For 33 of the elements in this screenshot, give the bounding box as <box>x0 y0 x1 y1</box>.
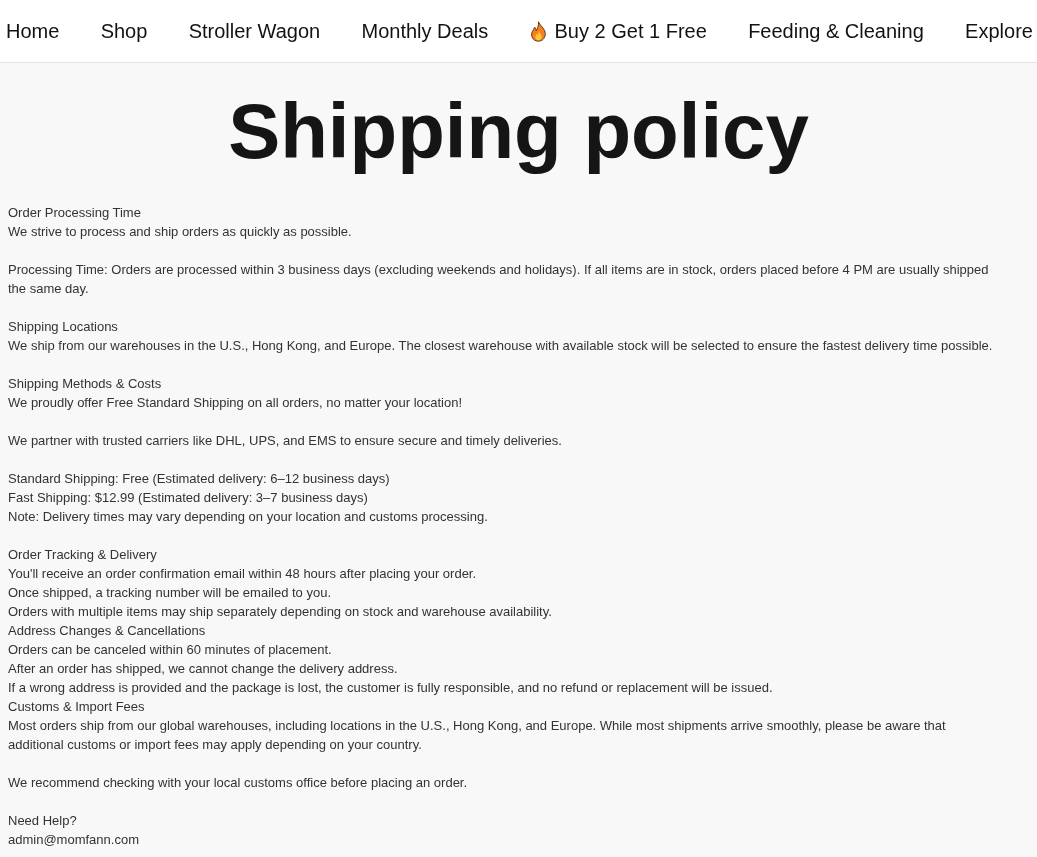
policy-text: If a wrong address is provided and the package is lost, the customer is fully responsible, and no refund or replacement will be issued. <box>8 679 774 697</box>
policy-text: Note: Delivery times may vary depending on your location and customs processing. <box>8 508 489 526</box>
nav-link[interactable]: Home <box>6 19 60 43</box>
policy-text: We ship from our warehouses in the U.S., Hong Kong, and Europe. The closest warehouse with available stock will be selected to ensure the fastest delivery time possible. <box>8 337 994 355</box>
policy-text: Standard Shipping: Free (Estimated delivery: 6–12 business days) <box>8 470 391 488</box>
flame-icon <box>529 20 547 42</box>
nav-link[interactable]: Monthly Deals <box>361 19 489 43</box>
policy-text: Once shipped, a tracking number will be emailed to you. <box>8 584 332 602</box>
policy-text: We strive to process and ship orders as quickly as possible. <box>8 223 353 241</box>
page-title: Shipping policy <box>227 88 810 174</box>
policy-text: You'll receive an order confirmation email within 48 hours after placing your order. <box>8 565 478 583</box>
nav-link[interactable]: Shop <box>100 19 148 43</box>
policy-text: After an order has shipped, we cannot change the delivery address. <box>8 660 399 678</box>
nav-link[interactable]: Stroller Wagon <box>188 19 321 43</box>
nav-link[interactable]: Feeding & Cleaning <box>748 19 924 43</box>
policy-text: Address Changes & Cancellations <box>8 622 207 640</box>
policy-text: We proudly offer Free Standard Shipping on all orders, no matter your location! <box>8 394 464 412</box>
policy-text: Fast Shipping: $12.99 (Estimated delivery: 3–7 business days) <box>8 489 369 507</box>
policy-text: Order Processing Time <box>8 204 142 222</box>
policy-text: admin@momfann.com <box>8 831 140 849</box>
policy-text: We partner with trusted carriers like DHL, UPS, and EMS to ensure secure and timely deliveries. <box>8 432 563 450</box>
policy-text: Orders with multiple items may ship separately depending on stock and warehouse availability. <box>8 603 553 621</box>
policy-text: Processing Time: Orders are processed within 3 business days (excluding weekends and holidays). If all items are in stock, orders placed before 4 PM are usually shipped the same day. <box>8 261 990 298</box>
policy-text: Most orders ship from our global warehouses, including locations in the U.S., Hong Kong, and Europe. While most shipments arrive smoothly, please be aware that additional customs or import fees may apply depending on your country. <box>8 717 947 754</box>
policy-text: Shipping Methods & Costs <box>8 375 163 393</box>
policy-text: We recommend checking with your local customs office before placing an order. <box>8 774 469 792</box>
policy-text: Need Help? <box>8 812 78 830</box>
nav-link[interactable]: Buy 2 Get 1 Free <box>529 19 707 43</box>
policy-text: Order Tracking & Delivery <box>8 546 158 564</box>
policy-text: Orders can be canceled within 60 minutes of placement. <box>8 641 333 659</box>
policy-text: Shipping Locations <box>8 318 119 336</box>
policy-text: Customs & Import Fees <box>8 698 146 716</box>
nav-link[interactable]: Explore <box>965 19 1033 43</box>
